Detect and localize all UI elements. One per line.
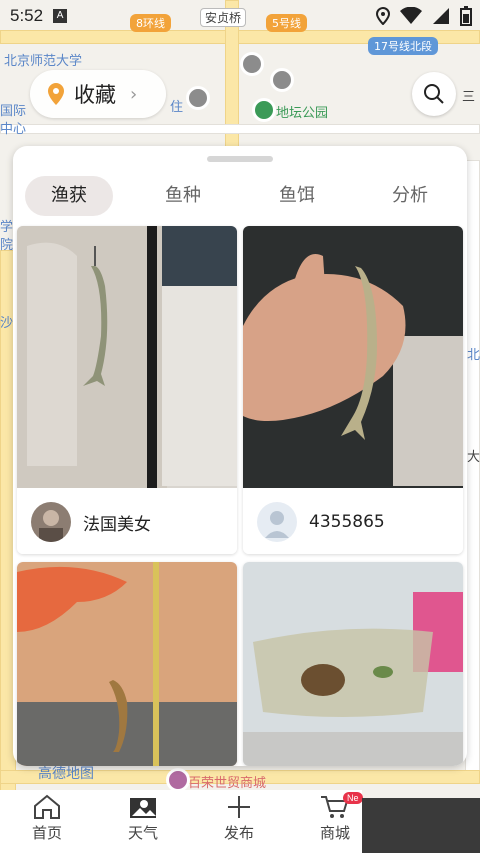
post-author-name: 法国美女: [83, 514, 151, 535]
map-poi-marker[interactable]: [186, 86, 210, 110]
location-icon: [376, 7, 390, 25]
avatar: [31, 502, 71, 542]
map-label-da: 大: [467, 450, 480, 465]
post-author-row[interactable]: 法国美女: [17, 488, 237, 554]
new-badge: Ne: [343, 792, 363, 804]
wifi-icon: [400, 7, 422, 24]
nav-weather-label: 天气: [127, 824, 158, 842]
map-park-marker[interactable]: [252, 98, 276, 122]
catch-photo: [243, 562, 463, 766]
map-label-xue: 学: [0, 220, 14, 235]
tab-bait[interactable]: 鱼饵: [255, 176, 339, 216]
chevron-right-icon: ›: [130, 83, 138, 105]
catch-photo: [17, 562, 237, 766]
weather-icon: [130, 798, 156, 818]
map-poi-marker[interactable]: [240, 52, 264, 76]
nav-publish[interactable]: 发布: [194, 790, 284, 853]
nav-publish-label: 发布: [223, 824, 254, 842]
favorites-label: 收藏: [74, 83, 116, 107]
map-road: [465, 160, 480, 780]
avatar: [257, 502, 297, 542]
map-label-bei: 北: [467, 348, 480, 363]
status-bar: 5:52 A: [0, 0, 480, 32]
default-avatar-icon: [257, 502, 297, 542]
overlay-strip: [362, 798, 480, 853]
catch-card[interactable]: 法国美女: [17, 226, 237, 554]
bottom-navigation: 首页 天气 发布 商城 Ne: [0, 790, 363, 853]
nav-home[interactable]: 首页: [2, 790, 92, 853]
catch-feed-sheet: 渔获 鱼种 鱼饵 分析 法国美女 4355865: [13, 146, 467, 766]
map-label-yuan: 院: [0, 238, 14, 253]
notification-icon: A: [53, 9, 68, 23]
catch-card[interactable]: 4355865: [243, 226, 463, 554]
post-author-name: 4355865: [309, 512, 385, 532]
map-label-center: 中心: [0, 122, 27, 137]
catch-card[interactable]: [17, 562, 237, 766]
plus-icon: [228, 796, 250, 818]
nav-shop-label: 商城: [319, 824, 350, 842]
map-label-san: 三: [462, 90, 476, 105]
map-label-line17: 17号线北段: [368, 37, 438, 55]
location-pin-icon: [48, 83, 64, 105]
nav-home-label: 首页: [31, 824, 62, 842]
catch-card[interactable]: [243, 562, 463, 766]
favorites-button[interactable]: 收藏 ›: [30, 70, 166, 118]
map-label-park: 地坛公园: [276, 106, 329, 121]
feed-tabs: 渔获 鱼种 鱼饵 分析: [13, 176, 467, 216]
map-label-university: 北京师范大学: [4, 54, 83, 69]
home-icon: [34, 794, 60, 819]
map-label-intl: 国际: [0, 104, 27, 119]
map-label-zhu: 住: [170, 100, 184, 115]
amap-logo-text: 高德地图: [38, 766, 94, 782]
map-label-sha: 沙: [0, 316, 14, 331]
tab-analysis[interactable]: 分析: [368, 176, 452, 216]
catch-photo: [243, 226, 463, 488]
map-mall-marker[interactable]: [166, 768, 190, 792]
signal-icon: [433, 8, 449, 24]
map-label-mall: 百荣世贸商城: [188, 776, 267, 791]
map-road: [0, 124, 480, 134]
search-icon: [424, 84, 444, 104]
tab-species[interactable]: 鱼种: [141, 176, 225, 216]
catch-photo: [17, 226, 237, 488]
sheet-drag-handle[interactable]: [207, 156, 273, 162]
tab-catch[interactable]: 渔获: [25, 176, 113, 216]
post-author-row[interactable]: 4355865: [243, 488, 463, 554]
map-search-button[interactable]: [412, 72, 456, 116]
status-time: 5:52: [10, 6, 44, 25]
map-poi-marker[interactable]: [270, 68, 294, 92]
battery-icon: [460, 6, 472, 26]
nav-weather[interactable]: 天气: [98, 790, 188, 853]
